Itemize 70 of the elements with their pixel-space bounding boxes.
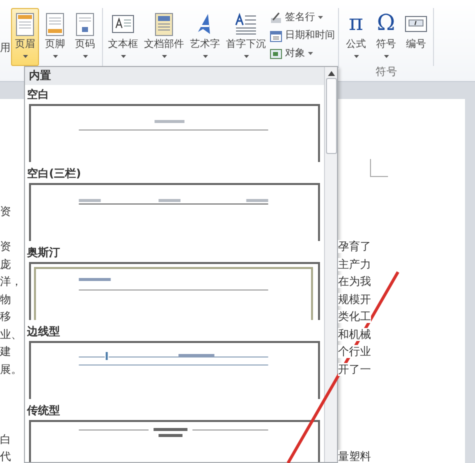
glyph-icon: Ω	[376, 11, 396, 37]
caret-icon	[82, 55, 88, 58]
caret-icon	[318, 16, 323, 19]
caret-icon	[354, 55, 358, 58]
ribbon-command[interactable]: 签名行	[270, 10, 335, 25]
header-preview[interactable]	[29, 183, 320, 241]
section-header: 内置	[25, 67, 324, 85]
number-icon	[404, 13, 428, 35]
document-text: 孕育了	[338, 240, 371, 253]
ribbon-button[interactable]: 页眉	[11, 8, 39, 66]
ribbon-command[interactable]: 对象	[270, 46, 335, 61]
object-icon	[270, 48, 282, 60]
caret-icon	[162, 55, 166, 58]
header-preview[interactable]	[29, 420, 320, 462]
ribbon-button[interactable]: 编号	[402, 8, 430, 66]
page-number-icon	[74, 12, 96, 36]
document-text: 类化工	[338, 310, 371, 323]
gallery-item-label: 边线型	[26, 324, 61, 340]
document-text: 主产力	[338, 258, 371, 270]
document-text: 量塑料	[338, 450, 371, 463]
header-preview[interactable]	[29, 262, 320, 320]
gallery-item-label: 传统型	[26, 403, 61, 419]
document-text: 在为我	[338, 275, 371, 288]
drop-cap-icon	[234, 12, 258, 36]
caret-icon	[120, 55, 126, 58]
ribbon-button[interactable]: 页脚	[41, 8, 69, 66]
scrollbar[interactable]	[324, 67, 337, 462]
ribbon-command[interactable]: 日期和时间	[270, 28, 335, 43]
caret-icon	[384, 55, 388, 58]
caret-icon	[244, 55, 248, 58]
ribbon-button[interactable]: 页码	[71, 8, 99, 66]
caret-icon	[202, 55, 208, 58]
ribbon-button[interactable]: 文本框	[106, 8, 140, 66]
document-text: 资	[0, 240, 11, 253]
caret-icon	[308, 52, 313, 55]
ribbon-button[interactable]: π 公式	[342, 8, 370, 66]
scroll-thumb[interactable]	[326, 78, 336, 154]
document-text: 建	[0, 345, 11, 358]
group-label: 符号	[374, 65, 398, 80]
caret-icon	[22, 55, 28, 58]
gallery-item-label: 奥斯汀	[26, 245, 61, 261]
document-text: 规模开	[338, 292, 371, 306]
document-text: 物	[0, 292, 11, 306]
document-text: 代	[0, 450, 11, 463]
document-text: 移	[0, 310, 11, 323]
document-parts-icon	[153, 12, 175, 36]
ribbon-button[interactable]: 首字下沉	[224, 8, 268, 66]
header-preview[interactable]	[29, 341, 320, 399]
gallery-item-label: 空白(三栏)	[26, 166, 82, 182]
header-preview[interactable]	[29, 104, 320, 162]
ribbon-button[interactable]: 艺术字	[188, 8, 222, 66]
margin-corner-mark	[370, 159, 388, 177]
calendar-icon	[270, 30, 282, 42]
page-footer-icon	[44, 12, 66, 36]
gallery-item-label: 空白	[26, 87, 50, 103]
scroll-up-icon[interactable]	[328, 71, 334, 76]
document-text: 开了一	[338, 362, 371, 376]
caret-icon	[52, 55, 58, 58]
document-text: 个行业	[338, 345, 371, 358]
document-text: 白	[0, 432, 11, 446]
glyph-icon: π	[348, 11, 364, 37]
document-text: 资	[0, 205, 11, 218]
page-header-icon	[14, 12, 36, 36]
ribbon-button[interactable]: Ω 符号	[372, 8, 400, 66]
ribbon-button[interactable]: 文档部件	[142, 8, 186, 66]
signature-icon	[270, 12, 282, 24]
document-text: 庞	[0, 258, 11, 270]
ribbon-label: 用	[0, 41, 8, 56]
document-text: 和机械	[338, 328, 371, 340]
text-box-icon	[111, 13, 135, 35]
